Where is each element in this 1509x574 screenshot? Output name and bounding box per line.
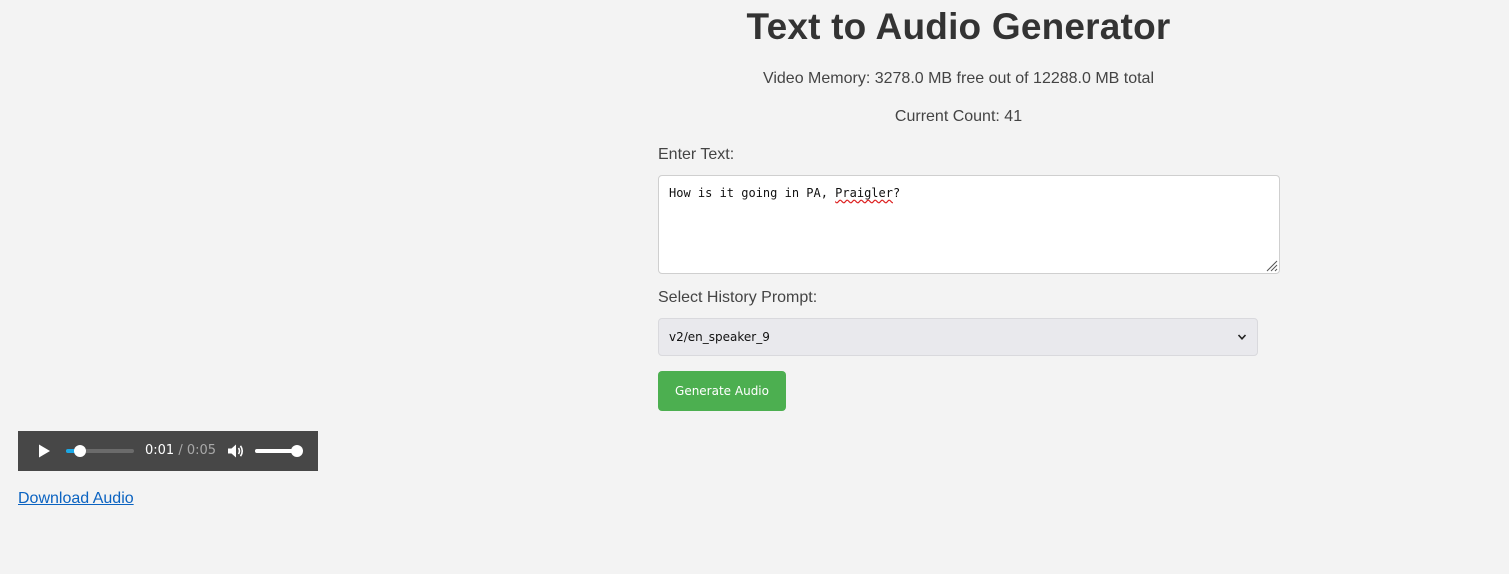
volume-knob[interactable] — [291, 445, 303, 457]
history-prompt-select[interactable]: v2/en_speaker_9 — [658, 318, 1258, 356]
text-input-value: How is it going in PA, — [669, 186, 836, 200]
current-time: 0:01 — [145, 443, 175, 458]
chevron-down-icon — [1237, 334, 1247, 340]
text-input[interactable]: How is it going in PA, Praigler? — [658, 175, 1280, 274]
generate-audio-button[interactable]: Generate Audio — [658, 371, 786, 411]
time-separator: / — [174, 443, 187, 458]
progress-knob[interactable] — [73, 445, 86, 457]
history-prompt-label: Select History Prompt: — [658, 289, 818, 306]
current-count-text: Current Count: 41 — [894, 108, 1023, 125]
page-title: Text to Audio Generator — [746, 6, 1171, 47]
progress-slider[interactable] — [66, 445, 134, 457]
time-display: 0:01 / 0:05 — [145, 443, 216, 458]
download-audio-link[interactable]: Download Audio — [18, 490, 134, 508]
misspelled-word: Praigler — [835, 186, 893, 200]
enter-text-label: Enter Text: — [658, 146, 735, 163]
duration-time: 0:05 — [186, 443, 217, 458]
history-prompt-selected: v2/en_speaker_9 — [669, 330, 770, 344]
text-input-value-end: ? — [892, 186, 901, 200]
audio-player: 0:01 / 0:05 — [18, 431, 318, 471]
volume-icon[interactable] — [227, 443, 245, 459]
play-icon[interactable] — [36, 443, 52, 459]
resize-grip-icon[interactable] — [1264, 258, 1278, 272]
video-memory-text: Video Memory: 3278.0 MB free out of 1228… — [762, 70, 1155, 87]
volume-slider[interactable] — [255, 445, 303, 457]
